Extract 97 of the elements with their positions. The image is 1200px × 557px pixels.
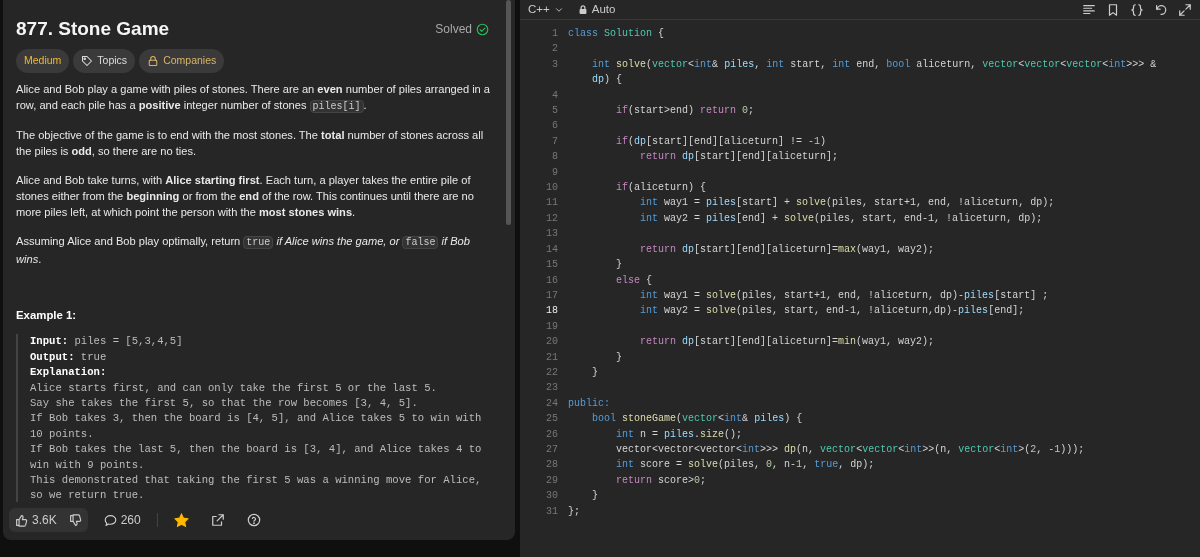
solved-status: Solved [435, 20, 489, 39]
code-line: int score = solve(piles, 0, n-1, true, dp); [615, 458, 876, 473]
example-label: Explanation: [30, 365, 108, 381]
companies-button[interactable]: Companies [139, 48, 225, 73]
reset-button[interactable] [1154, 2, 1168, 17]
code-line: return dp[start][end][aliceturn]=max(way1, way2); [639, 242, 936, 257]
line-number: 28 [545, 458, 558, 473]
braces-button[interactable] [1130, 2, 1144, 17]
explanation-text: Alice starts first, and can only take the first 5 or the last 5. [30, 380, 438, 396]
thumbs-up-icon [15, 513, 28, 527]
line-number: 22 [545, 365, 558, 380]
code-line: else { [615, 273, 654, 288]
line-number: 11 [545, 196, 558, 211]
line-number: 14 [545, 242, 558, 257]
line-number: 31 [545, 504, 558, 519]
thumbs-down-icon [68, 513, 82, 527]
code-line: } [591, 365, 600, 380]
code-line: return score>0; [615, 473, 708, 488]
line-number: 20 [545, 335, 558, 350]
code-line: int n = piles.size(); [615, 427, 744, 442]
explanation-text: If Bob takes 3, then the board is [4, 5], and Alice takes 5 to win with 10 points. [30, 411, 483, 442]
line-number: 5 [551, 104, 558, 119]
line-number: 2 [551, 42, 558, 57]
code-line: int way1 = piles[start] + solve(piles, start+1, end, !aliceturn, dp); [639, 196, 1056, 211]
description-paragraph: The objective of the game is to end with the most stones. The total number of stones across all the piles is odd, so there are no ties. [16, 128, 485, 160]
code-line: class Solution { [568, 27, 666, 41]
line-number: 29 [545, 473, 558, 488]
code-line: } [615, 258, 624, 273]
braces-icon [1130, 2, 1144, 17]
example-title: Example 1: [16, 308, 78, 324]
line-number: 4 [551, 88, 558, 103]
line-number: 3 [551, 57, 558, 72]
code-line: int solve(vector<int& piles, int start, int end, bool aliceturn, vector<vector<vector<int>>> & dp) { [591, 57, 1158, 88]
format-button[interactable] [1082, 2, 1096, 17]
example-value: piles = [5,3,4,5] [73, 335, 183, 348]
line-number: 27 [545, 442, 558, 457]
line-number: 17 [545, 288, 558, 303]
line-number: 9 [551, 165, 558, 180]
code-line: bool stoneGame(vector<int& piles) { [591, 412, 804, 427]
undo-icon [1154, 2, 1168, 17]
tag-icon [81, 54, 94, 67]
explanation-text: This demonstrated that taking the first 5 was a winning move for Alice, so we return true. [30, 473, 483, 502]
line-number: 10 [545, 181, 558, 196]
code-line: if(start>end) return 0; [615, 104, 756, 119]
line-number: 25 [545, 412, 558, 427]
expand-icon [1178, 2, 1192, 17]
code-line: } [591, 489, 600, 504]
explanation-text: Say she takes the first 5, so that the row becomes [3, 4, 5]. [30, 395, 419, 411]
code-line: int way2 = piles[end] + solve(piles, start, end-1, !aliceturn, dp); [639, 211, 1044, 226]
bookmark-icon [1106, 2, 1120, 17]
line-number: 30 [545, 489, 558, 504]
line-number: 16 [545, 273, 558, 288]
comment-icon [103, 513, 117, 527]
code-line: if(dp[start][end][aliceturn] != -1) [615, 134, 828, 149]
line-number: 1 [551, 27, 558, 41]
auto-mode-button[interactable]: Auto [577, 0, 616, 19]
align-lines-icon [1082, 2, 1096, 17]
line-number: 21 [545, 350, 558, 365]
line-number: 19 [545, 319, 558, 334]
description-paragraph: Alice and Bob take turns, with Alice starting first. Each turn, a player takes the entire pile of stones either from the beginning or from the end of the row. This continues until there are no more piles left, at which point the person with the most stones wins. [16, 172, 475, 221]
code-line: } [615, 350, 624, 365]
lock-icon [577, 4, 588, 15]
line-number: 8 [551, 150, 558, 165]
fullscreen-button[interactable] [1178, 2, 1192, 17]
example-label: Input: [30, 335, 69, 348]
line-number: 6 [551, 119, 558, 134]
code-line: public: [568, 396, 611, 411]
description-paragraph: Alice and Bob play a game with piles of stones. There are an even number of piles arranged in a row, and each pile has a positive integer number of stones piles[i] . [16, 81, 492, 115]
code-line: if(aliceturn) { [615, 181, 708, 196]
code-line: return dp[start][end][aliceturn]; [639, 150, 840, 165]
language-selector[interactable]: C++ [528, 0, 564, 19]
code-line: int way1 = solve(piles, start+1, end, !aliceturn, dp)-piles[start] ; [639, 288, 1050, 303]
code-line: int way2 = solve(piles, start, end-1, !aliceturn,dp)-piles[end]; [639, 304, 1026, 319]
difficulty-label: Medium [16, 48, 70, 73]
line-number: 7 [551, 134, 558, 149]
topics-button[interactable]: Topics [73, 48, 136, 73]
line-number: 26 [545, 427, 558, 442]
line-number: 23 [545, 381, 558, 396]
explanation-text: If Bob takes the last 5, then the board is [3, 4], and Alice takes 4 to win with 9 points. [30, 442, 483, 473]
external-link-icon [210, 513, 225, 527]
help-icon [246, 513, 261, 527]
example-value: true [79, 350, 107, 363]
line-number: 18 [545, 304, 558, 319]
line-number: 13 [545, 227, 558, 242]
description-paragraph: Assuming Alice and Bob play optimally, return true if Alice wins the game, or false if Bob wins. [16, 233, 471, 267]
example-label: Output: [30, 350, 75, 363]
code-line: return dp[start][end][aliceturn]=min(way1, way2); [639, 335, 936, 350]
problem-title: 877. Stone Game [16, 18, 170, 41]
bookmark-button[interactable] [1106, 2, 1120, 17]
line-number: 12 [545, 211, 558, 226]
scrollbar-thumb[interactable] [506, 0, 511, 225]
lock-icon [147, 54, 160, 67]
comments-button[interactable]: 260 [97, 508, 147, 532]
line-number: 24 [545, 396, 558, 411]
line-number: 15 [545, 258, 558, 273]
code-line: }; [568, 504, 581, 519]
code-line: vector<vector<vector<int>>> dp(n, vector<vector<int>>(n, vector<int>(2, -1))); [615, 442, 1086, 457]
